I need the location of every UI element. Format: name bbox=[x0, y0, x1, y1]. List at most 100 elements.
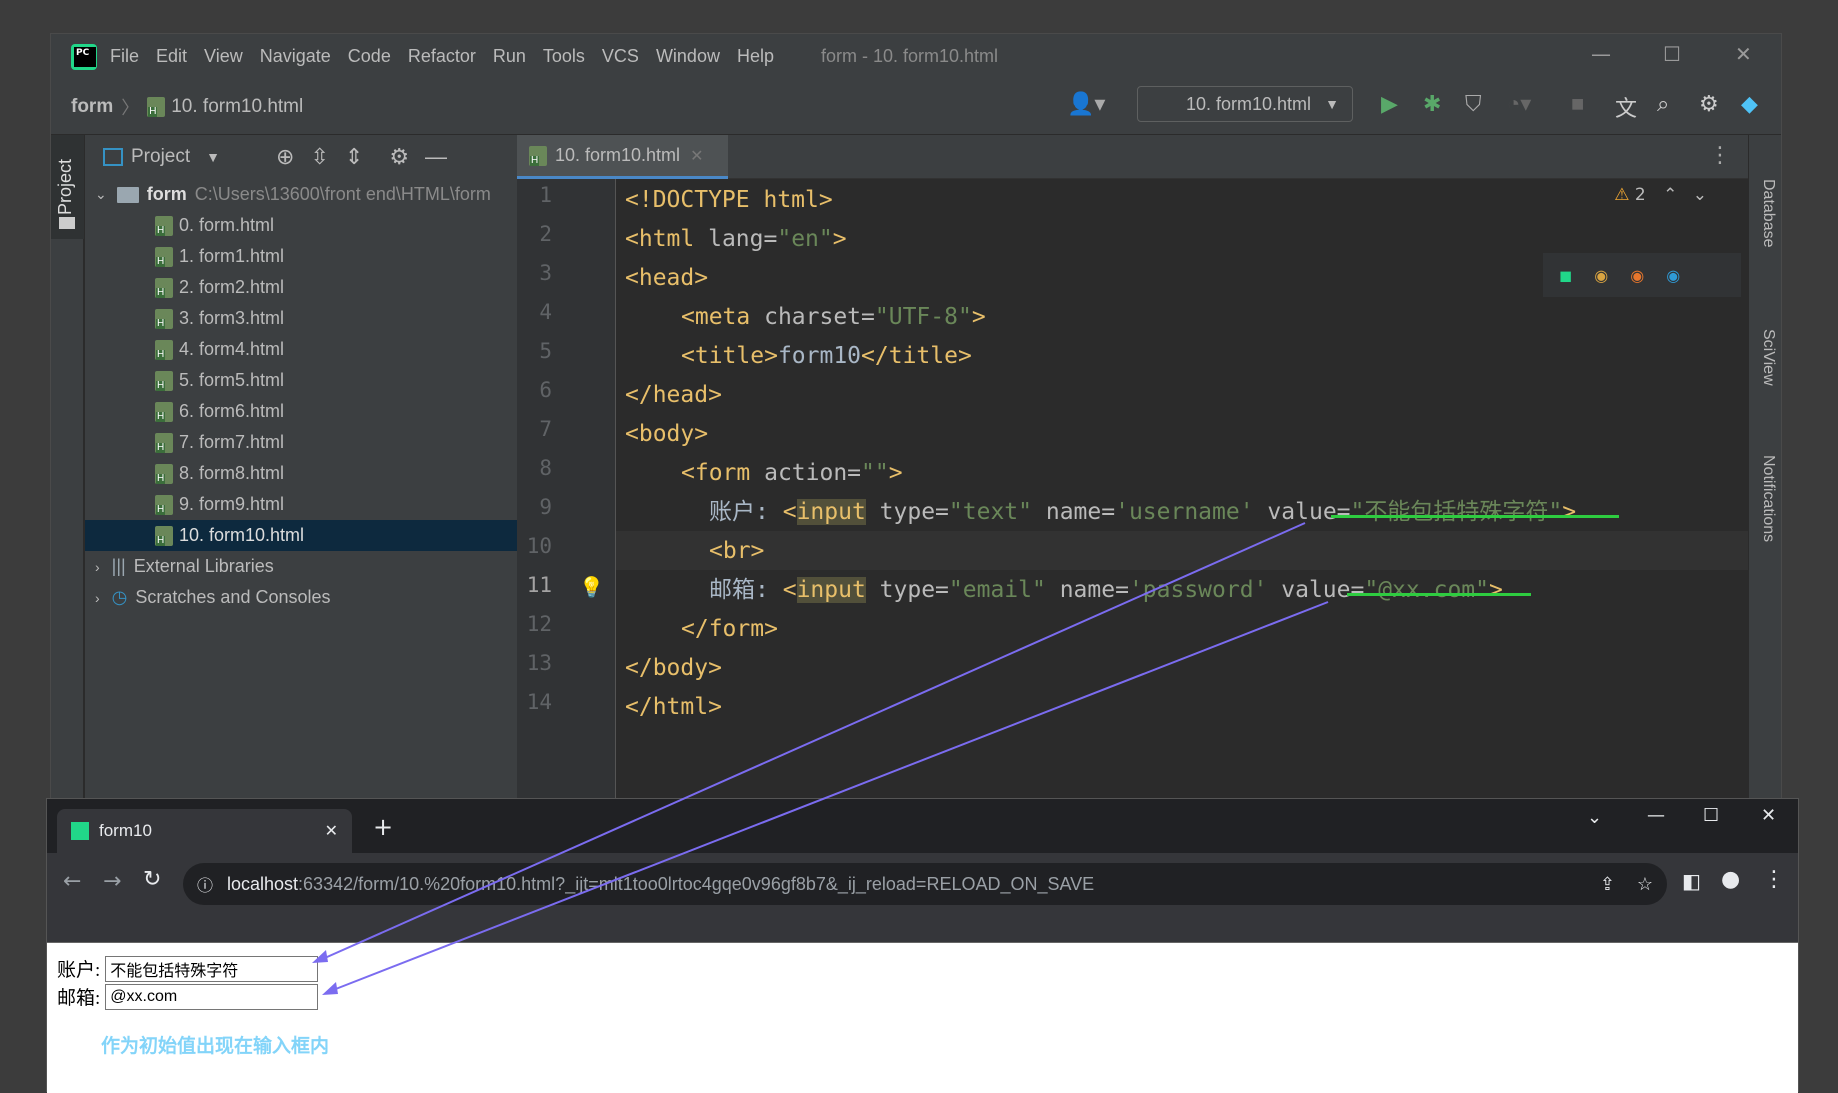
forward-icon[interactable]: → bbox=[103, 869, 121, 894]
jetbrains-toolbox-icon[interactable]: ◆ bbox=[1741, 91, 1758, 117]
inspection-widget[interactable]: ⚠ 2 ⌃ ⌄ bbox=[1614, 185, 1707, 205]
tree-file-item[interactable]: 8. form8.html bbox=[85, 458, 517, 489]
settings-gear-icon[interactable]: ⚙ bbox=[389, 144, 409, 170]
notifications-tool-tab[interactable]: Notifications bbox=[1759, 455, 1777, 542]
new-tab-icon[interactable]: + bbox=[373, 813, 393, 841]
tree-external-libraries[interactable]: › ||| External Libraries bbox=[85, 551, 517, 582]
file-name: 0. form.html bbox=[179, 215, 275, 235]
collapse-all-icon[interactable]: ⇕ bbox=[345, 144, 363, 170]
file-name: 10. form10.html bbox=[179, 525, 305, 545]
tree-file-item[interactable]: 5. form5.html bbox=[85, 365, 517, 396]
tree-file-item[interactable]: 0. form.html bbox=[85, 210, 517, 241]
code-token: </form> bbox=[681, 616, 778, 642]
menu-refactor[interactable]: Refactor bbox=[408, 46, 476, 67]
debug-icon[interactable]: ✱ bbox=[1423, 91, 1441, 117]
back-icon[interactable]: ← bbox=[63, 869, 81, 894]
tree-file-item[interactable]: 9. form9.html bbox=[85, 489, 517, 520]
settings-gear-icon[interactable]: ⚙ bbox=[1699, 91, 1719, 117]
menu-code[interactable]: Code bbox=[348, 46, 391, 67]
user-icon[interactable]: 👤▾ bbox=[1067, 91, 1105, 117]
edge-icon[interactable]: ◉ bbox=[1666, 266, 1680, 285]
coverage-icon[interactable]: ⛉ bbox=[1465, 91, 1482, 117]
share-icon[interactable]: ⇪ bbox=[1600, 874, 1615, 895]
more-options-icon[interactable]: ⋮ bbox=[1763, 867, 1785, 892]
file-name: 7. form7.html bbox=[179, 432, 285, 452]
code-line-13: </body> bbox=[625, 649, 722, 688]
breadcrumb-file[interactable]: 10. form10.html bbox=[171, 96, 303, 118]
run-icon[interactable]: ▶ bbox=[1381, 91, 1398, 117]
minimize-icon[interactable]: — bbox=[1647, 805, 1665, 826]
reload-icon[interactable]: ↻ bbox=[143, 867, 161, 892]
html-file-icon bbox=[155, 215, 173, 236]
menu-window[interactable]: Window bbox=[656, 46, 720, 67]
address-bar[interactable]: ⓘ localhost:63342/form/10.%20form10.html… bbox=[183, 863, 1667, 905]
tab-search-icon[interactable]: ⌄ bbox=[1587, 807, 1602, 828]
menu-navigate[interactable]: Navigate bbox=[260, 46, 331, 67]
maximize-icon[interactable]: ☐ bbox=[1703, 805, 1719, 826]
folder-icon bbox=[59, 217, 75, 229]
side-panel-icon[interactable]: ◧ bbox=[1682, 869, 1701, 893]
line-number: 9 bbox=[539, 495, 552, 519]
profile-avatar-icon[interactable]: ● bbox=[1721, 867, 1740, 892]
close-icon[interactable]: ✕ bbox=[1735, 42, 1752, 66]
chevron-down-icon[interactable]: ▼ bbox=[206, 149, 220, 165]
run-configuration-select[interactable]: 10. form10.html ▼ bbox=[1137, 86, 1353, 122]
locate-icon[interactable]: ⊕ bbox=[276, 144, 294, 170]
menu-view[interactable]: View bbox=[204, 46, 243, 67]
menu-run[interactable]: Run bbox=[493, 46, 526, 67]
tree-root-folder[interactable]: ⌄ form C:\Users\13600\front end\HTML\for… bbox=[85, 179, 517, 210]
close-tab-icon[interactable]: ✕ bbox=[325, 821, 338, 841]
chevron-down-icon[interactable]: ⌄ bbox=[1693, 185, 1707, 205]
menu-edit[interactable]: Edit bbox=[156, 46, 187, 67]
account-input[interactable]: 不能包括特殊字符 bbox=[105, 955, 319, 982]
pycharm-logo-icon bbox=[71, 43, 97, 70]
project-tool-tab[interactable]: Project bbox=[51, 135, 84, 239]
editor-tab[interactable]: 10. form10.html ✕ bbox=[517, 135, 728, 179]
browser-tab[interactable]: form10 ✕ bbox=[57, 809, 352, 853]
profile-icon[interactable]: ◔▾ bbox=[1507, 91, 1531, 117]
chevron-right-icon: › bbox=[95, 589, 100, 606]
translate-icon[interactable]: 文 bbox=[1615, 91, 1637, 123]
firefox-icon[interactable]: ◉ bbox=[1630, 266, 1644, 285]
more-options-icon[interactable]: ⋮ bbox=[1709, 143, 1731, 168]
menu-vcs[interactable]: VCS bbox=[602, 46, 639, 67]
search-icon[interactable]: ⌕ bbox=[1657, 91, 1669, 117]
menu-tools[interactable]: Tools bbox=[543, 46, 585, 67]
tree-file-item[interactable]: 7. form7.html bbox=[85, 427, 517, 458]
pycharm-browser-icon[interactable]: ◼ bbox=[1559, 266, 1572, 285]
html-file-icon bbox=[155, 432, 173, 453]
tree-file-item[interactable]: 6. form6.html bbox=[85, 396, 517, 427]
tree-file-item[interactable]: 2. form2.html bbox=[85, 272, 517, 303]
code-line-7: <body> bbox=[625, 415, 708, 454]
menu-help[interactable]: Help bbox=[737, 46, 774, 67]
email-input[interactable]: @xx.com bbox=[105, 983, 319, 1010]
close-icon[interactable]: ✕ bbox=[1761, 805, 1776, 826]
code-token: <html bbox=[625, 226, 709, 252]
expand-all-icon[interactable]: ⇳ bbox=[310, 144, 328, 170]
lightbulb-icon[interactable]: 💡 bbox=[579, 575, 604, 599]
stop-icon[interactable]: ■ bbox=[1571, 91, 1584, 117]
chevron-up-icon[interactable]: ⌃ bbox=[1663, 185, 1677, 205]
close-tab-icon[interactable]: ✕ bbox=[690, 146, 703, 166]
tree-file-item-selected[interactable]: 10. form10.html bbox=[85, 520, 517, 551]
tree-scratches[interactable]: › ◷ Scratches and Consoles bbox=[85, 582, 517, 613]
breadcrumb-root[interactable]: form bbox=[71, 96, 113, 118]
tree-file-item[interactable]: 1. form1.html bbox=[85, 241, 517, 272]
menu-file[interactable]: File bbox=[110, 46, 139, 67]
database-tool-tab[interactable]: Database bbox=[1759, 179, 1777, 248]
minimize-icon[interactable]: — bbox=[1591, 42, 1611, 66]
code-token: 'password' bbox=[1128, 577, 1268, 603]
tree-file-item[interactable]: 4. form4.html bbox=[85, 334, 517, 365]
title-bar: File Edit View Navigate Code Refactor Ru… bbox=[51, 34, 1781, 79]
bookmark-star-icon[interactable]: ☆ bbox=[1637, 874, 1653, 895]
sciview-tool-tab[interactable]: SciView bbox=[1759, 329, 1777, 386]
hide-panel-icon[interactable]: — bbox=[425, 144, 447, 170]
tree-file-item[interactable]: 3. form3.html bbox=[85, 303, 517, 334]
html-file-icon bbox=[155, 277, 173, 298]
maximize-icon[interactable]: ☐ bbox=[1663, 42, 1681, 66]
file-name: 6. form6.html bbox=[179, 401, 285, 421]
project-view-label[interactable]: Project bbox=[131, 146, 190, 168]
code-token: </head> bbox=[625, 382, 722, 408]
page-content: 账户: 不能包括特殊字符 邮箱: @xx.com 作为初始值出现在输入框内 bbox=[47, 943, 1798, 1093]
chrome-icon[interactable]: ◉ bbox=[1594, 266, 1608, 285]
